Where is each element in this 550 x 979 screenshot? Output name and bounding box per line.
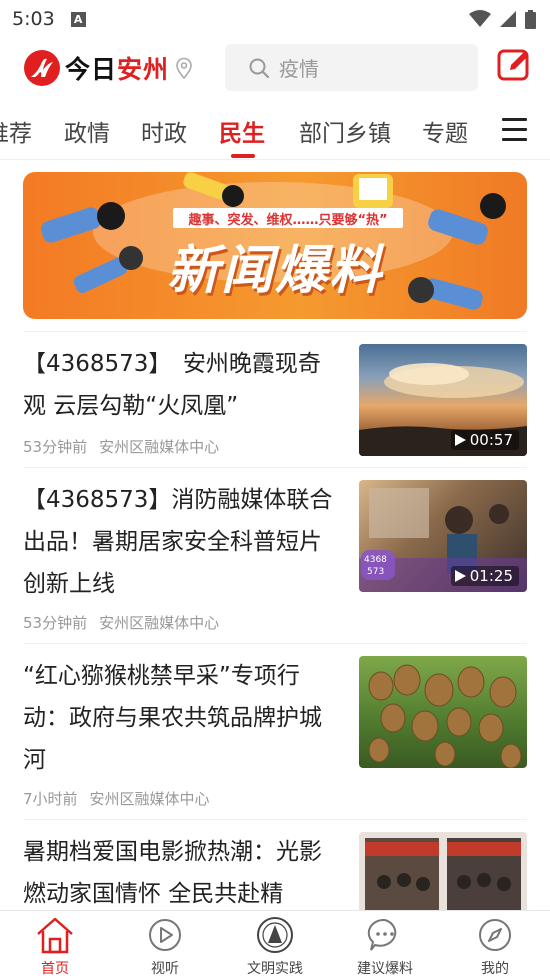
duration-text: 01:25 [469, 567, 513, 585]
status-time: 5:03 [12, 8, 55, 30]
logo-text-part1: 今日 [65, 55, 118, 84]
notification-icon: A [70, 11, 86, 27]
tab-recommend[interactable]: 推荐 [0, 114, 32, 148]
news-tip-banner[interactable]: 趣事、突发、维权……只要够“热” 新闻爆料 [23, 172, 527, 319]
signal-icon [500, 11, 516, 27]
news-title: 暑期档爱国电影掀热潮：光影燃动家国情怀 全民共赴精 [23, 839, 322, 907]
news-item[interactable]: 【4368573】 安州晚霞现奇观 云层勾勒“火凤凰” 53分钟前 安州区融媒体中… [23, 331, 527, 467]
home-icon [37, 917, 73, 954]
search-input[interactable]: 疫情 [225, 44, 478, 91]
tab-politics-info[interactable]: 政情 [64, 114, 110, 148]
category-tabs: 推荐 政情 时政 民生 部门乡镇 专题 [0, 100, 550, 160]
news-image-thumbnail[interactable] [359, 832, 527, 910]
wifi-icon [469, 10, 491, 27]
news-item[interactable]: “红心猕猴桃禁早采”专项行动：政府与果农共筑品牌护城河 7小时前 安州区融媒体中心 [23, 643, 527, 819]
news-video-thumbnail[interactable]: 00:57 [359, 344, 527, 456]
nav-home[interactable]: 首页 [0, 915, 110, 978]
thumb-code-2: 573 [367, 567, 384, 577]
nav-label: 首页 [41, 961, 69, 977]
movie-poster-image [365, 838, 521, 910]
nav-label: 文明实践 [247, 961, 303, 977]
emblem-icon [257, 917, 293, 953]
thumb-code-1: 4368 [364, 555, 387, 565]
active-tab-indicator [231, 154, 255, 158]
battery-icon [525, 9, 536, 29]
duration-text: 00:57 [469, 431, 513, 449]
nav-profile[interactable]: 我的 [440, 915, 550, 978]
menu-button[interactable] [502, 118, 527, 142]
kiwifruit-image [368, 664, 522, 768]
news-meta: 53分钟前 安州区融媒体中心 [23, 612, 219, 633]
status-icons [469, 9, 536, 29]
menu-icon-line [502, 128, 527, 131]
news-item[interactable]: 【4368573】消防融媒体联合出品！暑期居家安全科普短片创新上线 53分钟前安… [23, 467, 527, 643]
chat-icon [367, 918, 397, 951]
bottom-navigation: 首页 视听 文明实践 建议爆料 我的 [0, 910, 550, 979]
tab-livelihood[interactable]: 民生 [219, 114, 265, 148]
play-icon [454, 570, 466, 582]
news-title: 【4368573】消防融媒体联合出品！暑期居家安全科普短片创新上线 [23, 487, 333, 597]
app-logo[interactable]: 今日安州 [24, 50, 193, 86]
tab-current-affairs[interactable]: 时政 [141, 114, 187, 148]
compass-icon [479, 919, 511, 951]
banner-title: 新闻爆料 [166, 241, 383, 301]
location-pin-icon [176, 57, 192, 79]
logo-mark-icon [24, 50, 60, 86]
nav-label: 建议爆料 [357, 961, 413, 977]
news-time: 53分钟前 [23, 614, 88, 632]
nav-label: 视听 [151, 961, 179, 977]
edit-icon [497, 49, 529, 81]
play-icon [454, 434, 466, 446]
status-bar: 5:03 A [0, 0, 550, 38]
news-meta: 7小时前 安州区融媒体中心 [23, 788, 210, 809]
news-title: 【4368573】 安州晚霞现奇观 云层勾勒“火凤凰” [23, 351, 321, 419]
nav-label: 我的 [481, 961, 509, 977]
play-circle-icon [149, 919, 181, 951]
nav-media[interactable]: 视听 [110, 915, 220, 978]
news-time: 7小时前 [23, 790, 78, 808]
search-placeholder: 疫情 [279, 57, 319, 81]
banner-subtitle: 趣事、突发、维权……只要够“热” [173, 208, 403, 228]
logo-text-part2: 安州 [117, 55, 170, 84]
menu-icon-line [502, 138, 527, 141]
news-source: 安州区融媒体中心 [89, 790, 210, 808]
video-duration: 00:57 [450, 430, 519, 450]
news-source: 安州区融媒体中心 [99, 438, 220, 456]
nav-suggestions[interactable]: 建议爆料 [330, 915, 440, 978]
news-image-thumbnail[interactable] [359, 656, 527, 768]
logo-text: 今日安州 [65, 50, 169, 86]
app-header: 今日安州 疫情 [0, 38, 550, 100]
news-source: 安州区融媒体中心 [99, 614, 220, 632]
news-time: 53分钟前 [23, 438, 88, 456]
compose-button[interactable] [497, 48, 531, 82]
news-title: “红心猕猴桃禁早采”专项行动：政府与果农共筑品牌护城河 [23, 663, 322, 773]
news-meta: 53分钟前 安州区融媒体中心 [23, 436, 219, 457]
menu-icon [502, 118, 527, 121]
tab-departments-towns[interactable]: 部门乡镇 [299, 114, 391, 148]
video-duration: 01:25 [450, 566, 519, 586]
tab-special-topics[interactable]: 专题 [422, 114, 468, 148]
news-video-thumbnail[interactable]: 4368 573 01:25 [359, 480, 527, 592]
news-item[interactable]: 暑期档爱国电影掀热潮：光影燃动家国情怀 全民共赴精 [23, 819, 527, 910]
search-icon [249, 58, 269, 78]
nav-civilization-practice[interactable]: 文明实践 [220, 915, 330, 978]
